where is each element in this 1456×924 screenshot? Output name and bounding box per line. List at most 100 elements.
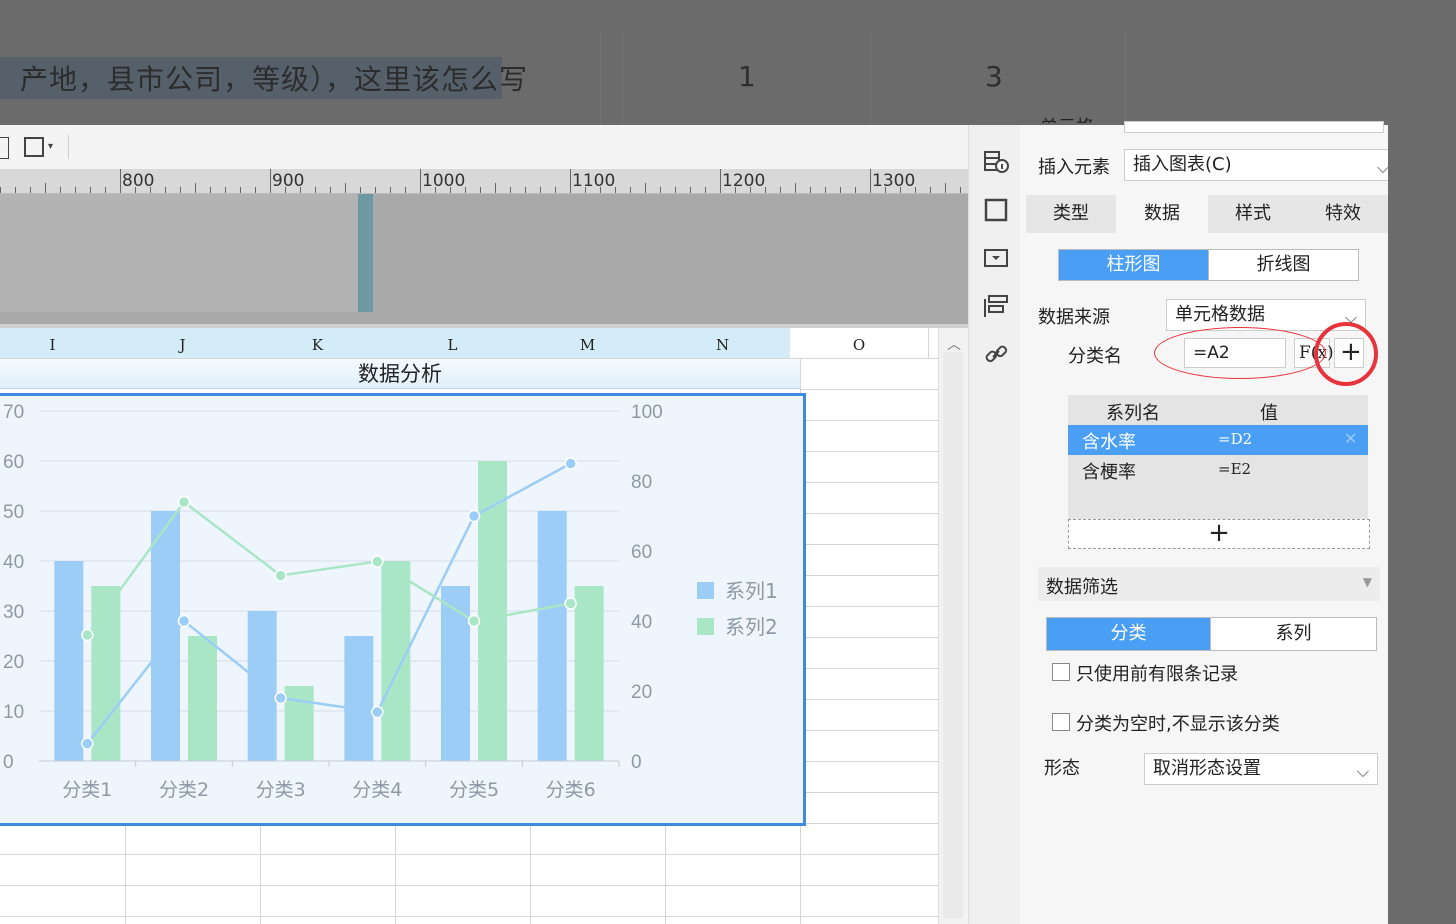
ruler-tick (75, 187, 76, 193)
bar-1 (537, 511, 567, 761)
grid-line (125, 824, 126, 924)
series-row[interactable]: 含梗率 =E2 (1068, 455, 1368, 485)
ruler-tick (480, 187, 481, 193)
grid-line (260, 824, 261, 924)
line-point (564, 457, 577, 470)
tab-style[interactable]: 样式 (1208, 195, 1298, 233)
grid-line (0, 885, 938, 886)
grid-line (800, 730, 938, 731)
ruler-tick (390, 187, 391, 193)
grid-line (800, 668, 938, 669)
vertical-scrollbar[interactable]: ︿ (938, 328, 968, 924)
ruler-tick (195, 183, 196, 193)
bar-2 (188, 636, 217, 761)
table-icon[interactable] (0, 137, 9, 159)
grid-line (0, 854, 938, 855)
border-icon[interactable] (24, 137, 44, 157)
series-value[interactable]: =E2 (1218, 460, 1251, 478)
ruler-tick (330, 187, 331, 193)
grid-line (0, 916, 938, 917)
add-series-button[interactable]: + (1068, 519, 1370, 549)
y-right-tick-label: 20 (631, 682, 652, 703)
partial-select[interactable] (1124, 121, 1384, 133)
filter-tab-series[interactable]: 系列 (1210, 617, 1377, 651)
hide-empty-checkbox[interactable] (1052, 713, 1070, 731)
column-header-m[interactable]: M (520, 328, 656, 358)
ruler-tick (315, 187, 316, 193)
series-value[interactable]: =D2 (1218, 430, 1252, 448)
list-style-icon[interactable] (983, 293, 1009, 319)
tab-effects[interactable]: 特效 (1298, 195, 1388, 233)
column-header-k[interactable]: K (250, 328, 386, 358)
chart-widget[interactable]: 0 10 20 30 40 50 60 70 0 20 40 60 80 100 分类1 分类2 分类3 分类4 分… (0, 393, 806, 826)
sheet-grid[interactable]: 数据分析 0 10 20 30 40 50 60 70 0 20 40 60 80 100 分类1 分类2 分类… (0, 358, 939, 924)
scroll-up-icon[interactable]: ︿ (947, 334, 961, 354)
chevron-down-icon[interactable]: ▾ (48, 141, 53, 152)
bar-chart-toggle[interactable]: 柱形图 (1058, 249, 1209, 281)
grid-line (800, 699, 938, 700)
hide-empty-label: 分类为空时,不显示该分类 (1076, 714, 1280, 735)
sheet-title[interactable]: 数据分析 (0, 358, 800, 389)
delete-icon[interactable]: ✕ (1344, 429, 1357, 448)
grid-line (800, 451, 938, 452)
ruler-tick (90, 187, 91, 193)
ruler-tick (945, 183, 946, 193)
ruler-label: 1100 (572, 171, 616, 191)
page-boundary[interactable] (358, 194, 373, 312)
column-header-l[interactable]: L (385, 328, 521, 358)
column-header-j[interactable]: J (115, 328, 251, 358)
ruler-tick (345, 183, 346, 193)
form-label: 形态 (1044, 758, 1080, 779)
column-header-n[interactable]: N (655, 328, 791, 358)
form-select[interactable]: 取消形态设置 ⌵ (1144, 753, 1378, 785)
form-value: 取消形态设置 (1153, 758, 1261, 779)
insert-element-select[interactable]: 插入图表(C) ⌵ (1124, 149, 1398, 181)
tab-data[interactable]: 数据 (1116, 195, 1208, 233)
divider (1125, 30, 1126, 125)
column-header-o[interactable]: O (790, 328, 929, 358)
line-point (274, 691, 287, 705)
horizontal-ruler: 800 900 1000 1100 1200 1300 (0, 169, 968, 194)
cell-value-1: 1 (738, 60, 756, 93)
line-chart-toggle[interactable]: 折线图 (1208, 249, 1359, 281)
divider (870, 30, 871, 125)
line-point (274, 569, 287, 582)
grid-line (665, 824, 666, 924)
series-name: 含水率 (1082, 432, 1136, 453)
column-header-i[interactable]: I (0, 328, 116, 358)
ruler-tick (165, 187, 166, 193)
y-left-tick-label: 30 (3, 602, 24, 623)
ruler-tick (360, 187, 361, 193)
grid-line (800, 761, 938, 762)
data-filter-header[interactable]: 数据筛选 ▼ (1038, 567, 1380, 601)
tab-type[interactable]: 类型 (1026, 195, 1116, 233)
bar-1 (441, 586, 470, 761)
bar-1 (344, 636, 374, 761)
cell-attribute-icon[interactable] (983, 149, 1009, 175)
ruler-tick (930, 187, 931, 193)
line-point (371, 555, 384, 568)
toolbar-divider (68, 135, 69, 159)
widget-settings-icon[interactable] (983, 197, 1009, 223)
ruler-tick (180, 187, 181, 193)
grid-line (800, 575, 938, 576)
ruler-tick (60, 187, 61, 193)
collapse-icon[interactable]: ▼ (1363, 575, 1372, 589)
ruler-tick (105, 187, 106, 193)
ruler-label: 1200 (722, 171, 766, 191)
series-name-header: 系列名 (1106, 403, 1160, 424)
ruler-tick (255, 187, 256, 193)
series-row-selected[interactable]: 含水率 =D2 ✕ (1068, 425, 1368, 455)
filter-tab-category[interactable]: 分类 (1046, 617, 1211, 651)
partial-label: 单元格 (1040, 113, 1094, 123)
bar-1 (151, 511, 180, 761)
x-tick-label: 分类6 (546, 779, 596, 801)
ruler-tick (705, 187, 706, 193)
dropdown-widget-icon[interactable] (983, 245, 1009, 271)
ruler-tick (825, 187, 826, 193)
x-tick-label: 分类2 (159, 779, 209, 801)
hyperlink-icon[interactable] (983, 341, 1009, 367)
chevron-down-icon: ⌵ (1356, 762, 1369, 781)
scroll-track[interactable] (943, 352, 963, 918)
limit-records-checkbox[interactable] (1052, 663, 1070, 681)
